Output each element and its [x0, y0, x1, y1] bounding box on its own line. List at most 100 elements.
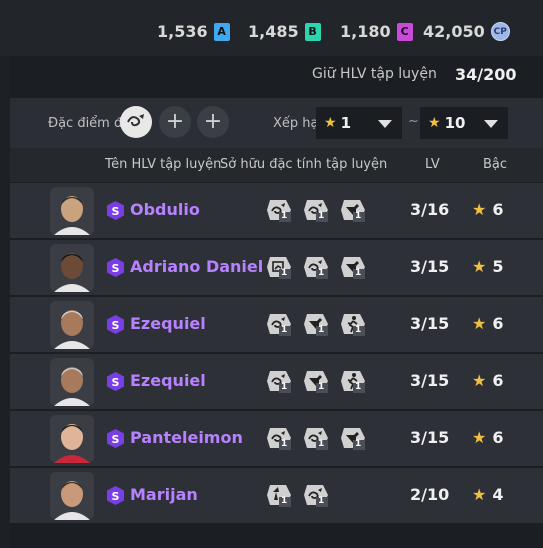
- currency-c-value: 1,180: [340, 22, 391, 41]
- coach-count-label: Giữ HLV tập luyện: [312, 66, 437, 82]
- training-trait-icon[interactable]: 1: [265, 368, 293, 394]
- coach-name: Ezequiel: [130, 314, 206, 333]
- trait-level: 1: [281, 439, 288, 449]
- coach-name: Marijan: [130, 485, 198, 504]
- currency-bar: 1,536 A 1,485 B 1,180 C 42,050 CP: [0, 0, 543, 56]
- rank-filter-label: Xếp hạ: [273, 116, 319, 131]
- coach-traits: 1 1 1: [265, 368, 367, 394]
- training-trait-icon[interactable]: 1: [339, 311, 367, 337]
- training-trait-icon[interactable]: 1: [302, 482, 330, 508]
- training-trait-icon[interactable]: 1: [339, 254, 367, 280]
- col-grade[interactable]: Bậc: [483, 157, 507, 172]
- currency-coin-value: 42,050: [423, 22, 485, 41]
- svg-text:S: S: [112, 490, 120, 503]
- rank-max-select[interactable]: ★ 10: [420, 107, 508, 139]
- s-rank-badge-icon: S: [106, 428, 125, 449]
- training-trait-icon[interactable]: 1: [265, 482, 293, 508]
- currency-c-icon: C: [396, 22, 413, 41]
- star-icon: ★: [472, 485, 487, 504]
- coach-traits: 1 1 1: [265, 254, 367, 280]
- coach-traits: 1 1 1: [265, 425, 367, 451]
- trait-level: 1: [281, 268, 288, 278]
- star-icon: ★: [472, 200, 487, 219]
- coach-avatar: [50, 358, 94, 406]
- trait-level: 1: [318, 211, 325, 221]
- coach-avatar: [50, 472, 94, 520]
- col-level[interactable]: LV: [425, 157, 440, 172]
- coin-icon: CP: [490, 22, 510, 41]
- training-trait-icon[interactable]: 1: [302, 254, 330, 280]
- currency-a: 1,536 A: [157, 22, 230, 41]
- training-trait-icon[interactable]: 1: [302, 311, 330, 337]
- training-trait-icon[interactable]: 1: [265, 311, 293, 337]
- rank-min-select[interactable]: ★ 1: [316, 107, 402, 139]
- star-icon: ★: [472, 371, 487, 390]
- table-row[interactable]: S Ezequiel 1 1 1 3/15 ★ 6: [10, 354, 543, 409]
- coach-level: 3/15: [410, 314, 450, 333]
- star-icon: ★: [472, 257, 487, 276]
- coach-grade: ★ 6: [472, 200, 503, 219]
- trait-filter-label: Đặc điểm đ: [48, 116, 123, 131]
- training-trait-icon[interactable]: 1: [265, 254, 293, 280]
- coach-level: 3/15: [410, 371, 450, 390]
- s-rank-badge-icon: S: [106, 314, 125, 335]
- trait-level: 1: [318, 325, 325, 335]
- trait-level: 1: [355, 325, 362, 335]
- coach-count-value: 34/200: [455, 65, 517, 84]
- coach-grade-value: 4: [492, 485, 504, 504]
- trait-level: 1: [281, 382, 288, 392]
- training-trait-icon[interactable]: 1: [302, 197, 330, 223]
- table-header: Tên HLV tập luyện Sở hữu đặc tính tập lu…: [10, 148, 543, 182]
- training-trait-icon[interactable]: 1: [339, 425, 367, 451]
- training-trait-icon[interactable]: 1: [339, 197, 367, 223]
- coach-grade-value: 5: [492, 257, 504, 276]
- trait-filter-selected[interactable]: [120, 106, 152, 138]
- col-name[interactable]: Tên HLV tập luyện: [105, 157, 221, 172]
- coach-level: 2/10: [410, 485, 450, 504]
- coach-name: Obdulio: [130, 200, 200, 219]
- col-traits[interactable]: Sở hữu đặc tính tập luyện: [220, 157, 387, 172]
- coach-avatar: [50, 244, 94, 292]
- chevron-down-icon: [484, 120, 498, 128]
- s-rank-badge-icon: S: [106, 257, 125, 278]
- add-trait-button-2[interactable]: +: [197, 106, 229, 138]
- coach-traits: 1 1 1: [265, 311, 367, 337]
- s-rank-badge-icon: S: [106, 485, 125, 506]
- plus-icon: +: [203, 109, 223, 134]
- training-trait-icon[interactable]: 1: [302, 425, 330, 451]
- coach-traits: 11: [265, 482, 330, 508]
- trait-swirl-icon: [127, 114, 144, 127]
- table-row[interactable]: S Panteleimon 1 1 1 3/15 ★ 6: [10, 411, 543, 466]
- trait-level: 1: [318, 439, 325, 449]
- star-icon: ★: [428, 115, 441, 131]
- coach-grade-value: 6: [492, 371, 504, 390]
- currency-b-value: 1,485: [248, 22, 299, 41]
- currency-a-icon: A: [213, 22, 230, 41]
- table-row[interactable]: S Obdulio 1 1 1 3/16 ★ 6: [10, 183, 543, 238]
- trait-level: 1: [318, 382, 325, 392]
- trait-level: 1: [355, 211, 362, 221]
- svg-text:S: S: [112, 376, 120, 389]
- coach-grade: ★ 6: [472, 314, 503, 333]
- coach-traits: 1 1 1: [265, 197, 367, 223]
- training-trait-icon[interactable]: 1: [302, 368, 330, 394]
- trait-level: 1: [355, 382, 362, 392]
- filter-bar: Đặc điểm đ + + Xếp hạ ★ 1 ~ ★ 10: [10, 98, 543, 148]
- trait-level: 1: [281, 496, 288, 506]
- table-row[interactable]: S Adriano Daniel 1 1 1 3/15 ★ 5: [10, 240, 543, 295]
- trait-level: 1: [318, 268, 325, 278]
- rank-min-value: 1: [340, 114, 351, 132]
- trait-level: 1: [281, 211, 288, 221]
- currency-a-value: 1,536: [157, 22, 208, 41]
- table-row[interactable]: S Ezequiel 1 1 1 3/15 ★ 6: [10, 297, 543, 352]
- coach-grade: ★ 6: [472, 428, 503, 447]
- table-row[interactable]: S Marijan 1 1 2/10 ★ 4: [10, 468, 543, 523]
- coach-avatar: [50, 301, 94, 349]
- trait-level: 1: [281, 325, 288, 335]
- training-trait-icon[interactable]: 1: [265, 425, 293, 451]
- add-trait-button-1[interactable]: +: [159, 106, 191, 138]
- svg-text:S: S: [112, 433, 120, 446]
- training-trait-icon[interactable]: 1: [339, 368, 367, 394]
- training-trait-icon[interactable]: 1: [265, 197, 293, 223]
- star-icon: ★: [472, 314, 487, 333]
